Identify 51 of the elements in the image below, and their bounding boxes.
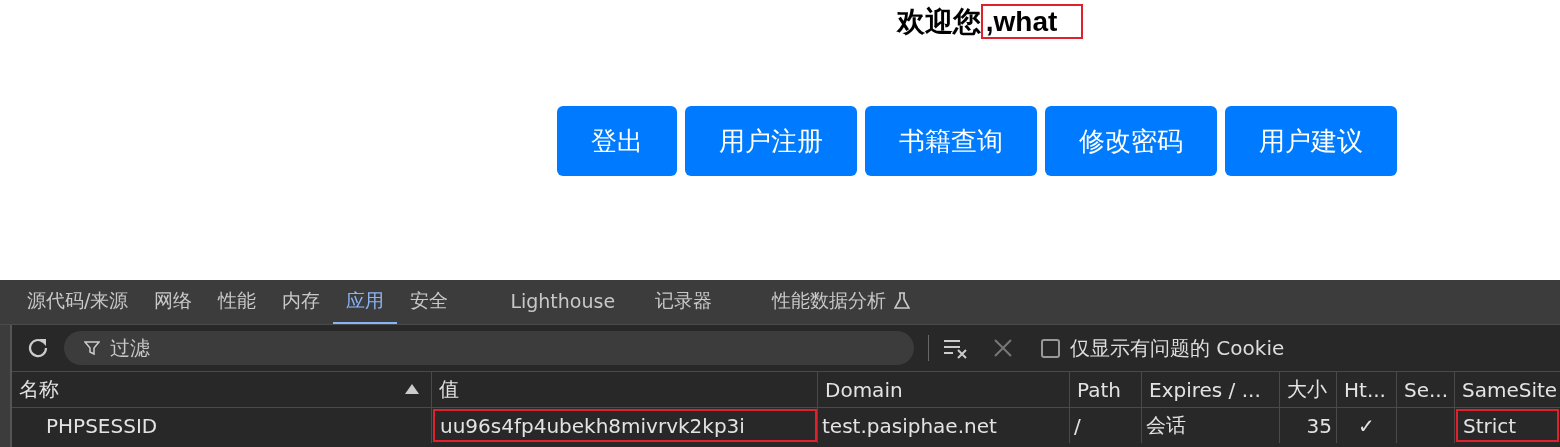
checkbox-label[interactable]: 仅显示有问题的 Cookie (1070, 334, 1285, 362)
nav-button[interactable]: 书籍查询 (865, 106, 1037, 176)
column-header[interactable]: 大小 (1280, 372, 1337, 407)
welcome-text: 欢迎您 (896, 6, 981, 37)
sort-ascending-icon (405, 384, 419, 394)
table-cell: 会话 (1142, 408, 1280, 443)
column-header[interactable]: Ht... (1337, 372, 1397, 407)
devtools-tab[interactable]: 性能 (205, 280, 270, 324)
welcome-text: ,what (980, 4, 1084, 39)
table-cell: 35 (1280, 408, 1337, 443)
table-cell: uu96s4fp4ubekh8mivrvk2kp3i (432, 408, 818, 443)
devtools-tab[interactable]: Lighthouse (497, 280, 629, 324)
devtools-tab[interactable]: 应用 (333, 280, 398, 324)
devtools-tab[interactable]: 源代码/来源 (14, 280, 142, 324)
devtools-tab[interactable]: 记录器 (642, 280, 726, 324)
column-header-text: 大小 (1287, 376, 1327, 403)
devtools-tab[interactable]: 内存 (269, 280, 334, 324)
column-header[interactable]: Path (1070, 372, 1142, 407)
column-header[interactable]: 名称 (12, 372, 432, 407)
table-cell: / (1070, 408, 1142, 443)
clear-all-icon[interactable] (943, 337, 969, 359)
column-header-text: Se... (1404, 377, 1449, 402)
filter-icon (84, 340, 100, 356)
column-header-text: Domain (825, 377, 903, 402)
column-header[interactable]: Se... (1397, 372, 1455, 407)
devtools-tab[interactable]: 网络 (141, 280, 206, 324)
column-header-text: SameSite (1462, 377, 1558, 402)
table-cell: ✓ (1337, 408, 1397, 443)
column-header[interactable]: Expires / ... (1142, 372, 1280, 407)
column-header-text: Ht... (1344, 377, 1386, 402)
close-icon[interactable] (993, 338, 1013, 358)
filter-field[interactable]: 过滤 (64, 331, 914, 365)
column-header[interactable]: SameSite (1455, 372, 1560, 407)
nav-button[interactable]: 登出 (557, 106, 677, 176)
column-header[interactable]: Domain (818, 372, 1070, 407)
nav-button[interactable]: 修改密码 (1045, 106, 1217, 176)
column-header-text: Expires / ... (1149, 377, 1261, 402)
table-cell: test.pasiphae.net (818, 408, 1070, 443)
column-header-text: Path (1077, 377, 1121, 402)
nav-button[interactable]: 用户注册 (685, 106, 857, 176)
column-header-text: 名称 (19, 376, 59, 403)
devtools-tab[interactable]: 安全 (397, 280, 462, 324)
refresh-icon[interactable] (26, 336, 50, 360)
table-cell: PHPSESSID (12, 408, 432, 443)
column-header-text: 值 (439, 376, 459, 403)
nav-button[interactable]: 用户建议 (1225, 106, 1397, 176)
table-cell: Strict (1455, 408, 1560, 443)
devtools-tab[interactable]: 性能数据分析 (759, 280, 924, 324)
flask-icon (894, 292, 911, 310)
column-header[interactable]: 值 (432, 372, 818, 407)
checkbox[interactable] (1041, 338, 1060, 358)
